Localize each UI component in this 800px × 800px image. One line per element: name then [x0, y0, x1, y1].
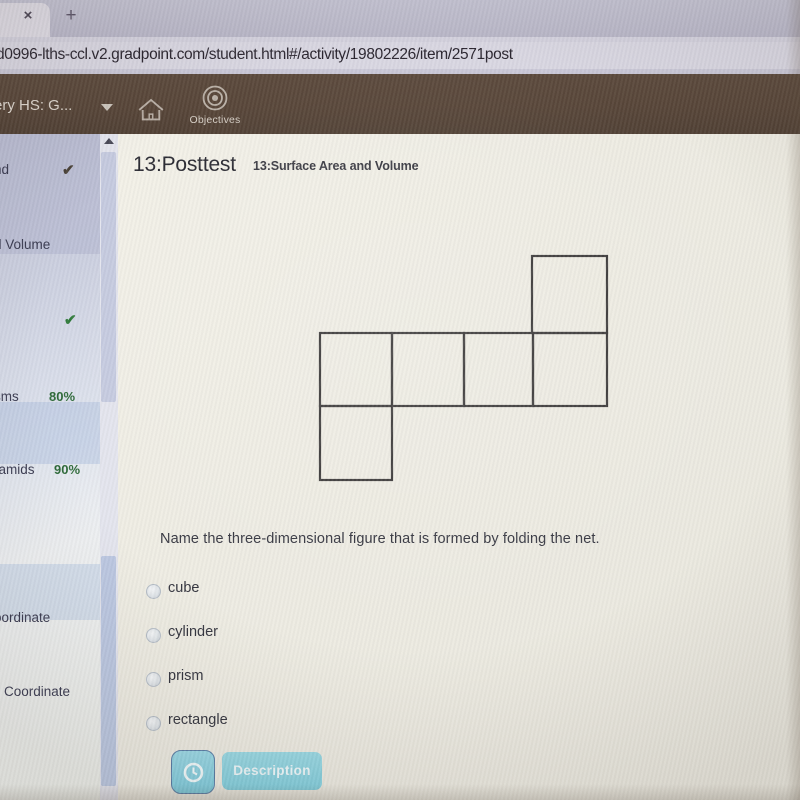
- option-rectangle[interactable]: rectangle: [146, 712, 446, 736]
- sidebar-item-label: ramids: [0, 462, 35, 477]
- sidebar-item-3-percent: 80%: [49, 389, 76, 404]
- option-cylinder[interactable]: cylinder: [146, 624, 446, 648]
- sidebar-item-label: sms: [0, 389, 19, 404]
- sidebar-item-label: oordinate: [0, 610, 51, 625]
- clock-button[interactable]: [171, 750, 215, 794]
- sidebar-item-5[interactable]: oordinate: [0, 610, 106, 625]
- option-label: rectangle: [168, 712, 228, 728]
- sidebar-item-label: d Volume: [0, 237, 51, 252]
- app-nav-bar: [0, 74, 800, 134]
- clock-icon: [183, 762, 204, 783]
- radio-button-icon[interactable]: [146, 584, 161, 599]
- option-label: cube: [168, 580, 200, 596]
- url-text[interactable]: d0996-lths-ccl.v2.gradpoint.com/student.…: [0, 46, 636, 64]
- new-tab-icon[interactable]: +: [60, 5, 82, 27]
- browser-tab-strip: [0, 0, 800, 37]
- radio-button-icon[interactable]: [146, 672, 161, 687]
- page-title: 13:Posttest: [133, 153, 236, 176]
- course-name-label[interactable]: ery HS: G...: [0, 97, 72, 114]
- target-icon: [202, 85, 228, 111]
- sidebar-highlight-band: [0, 402, 100, 464]
- sidebar-item-2-check-icon: ✔: [64, 312, 77, 329]
- sidebar-item-4[interactable]: ramids: [0, 462, 106, 477]
- sidebar-item-0-check-icon: ✔: [62, 162, 75, 179]
- screenshot-root: × + d0996-lths-ccl.v2.gradpoint.com/stud…: [0, 0, 800, 800]
- page-subtitle: 13:Surface Area and Volume: [253, 159, 419, 173]
- objectives-label: Objectives: [189, 114, 241, 126]
- chevron-down-icon[interactable]: [101, 104, 113, 111]
- option-cube[interactable]: cube: [146, 580, 446, 604]
- description-button-label: Description: [233, 763, 311, 778]
- objectives-nav-item[interactable]: Objectives: [183, 84, 247, 126]
- question-prompt: Name the three-dimensional figure that i…: [160, 531, 600, 547]
- sidebar-item-0[interactable]: nd: [0, 162, 106, 177]
- option-label: prism: [168, 668, 204, 684]
- sidebar-item-label: nd: [0, 162, 10, 177]
- description-button[interactable]: Description: [222, 752, 322, 790]
- scroll-up-arrow-icon[interactable]: [104, 138, 114, 144]
- home-icon[interactable]: [136, 97, 166, 123]
- cube-net-figure: [318, 254, 609, 482]
- tab-close-icon[interactable]: ×: [19, 7, 37, 25]
- sidebar-highlight-band: [0, 134, 100, 254]
- radio-button-icon[interactable]: [146, 716, 161, 731]
- sidebar-scrollbar-thumb-lower[interactable]: [101, 556, 116, 786]
- radio-button-icon[interactable]: [146, 628, 161, 643]
- sidebar-scrollbar-thumb[interactable]: [101, 152, 116, 402]
- sidebar-item-4-percent: 90%: [54, 462, 81, 477]
- option-label: cylinder: [168, 624, 218, 640]
- sidebar-item-1[interactable]: d Volume: [0, 237, 106, 252]
- sidebar-item-label: Coordinate: [4, 684, 71, 699]
- option-prism[interactable]: prism: [146, 668, 446, 692]
